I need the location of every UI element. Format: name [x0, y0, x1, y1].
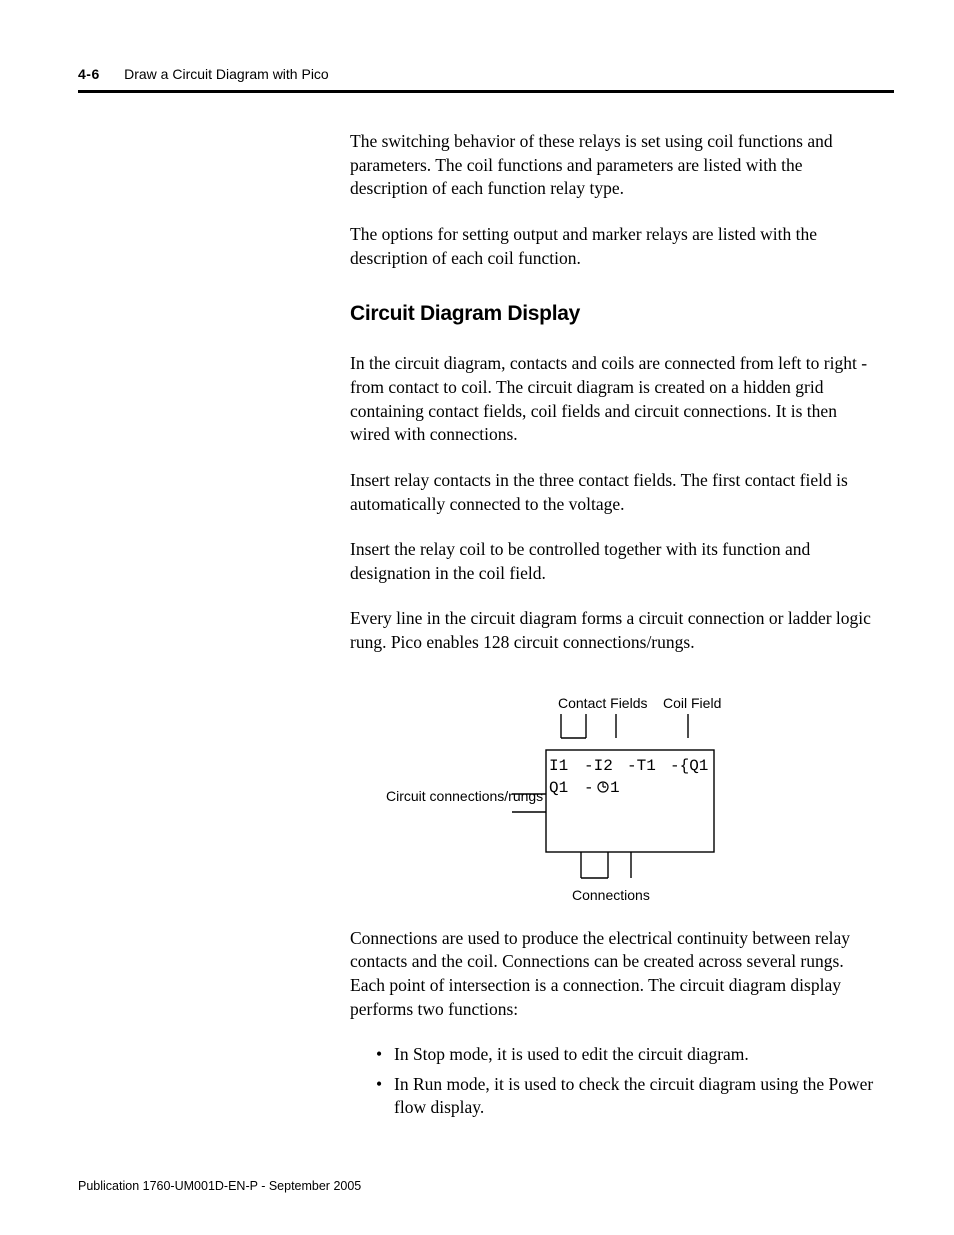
page-number: 4-6: [78, 66, 100, 82]
paragraph: Connections are used to produce the elec…: [350, 927, 880, 1022]
list-item: In Run mode, it is used to check the cir…: [350, 1073, 880, 1120]
page: 4-6 Draw a Circuit Diagram with Pico The…: [0, 0, 954, 1235]
paragraph: Insert the relay coil to be controlled t…: [350, 538, 880, 585]
bullet-list: In Stop mode, it is used to edit the cir…: [350, 1043, 880, 1120]
page-header: 4-6 Draw a Circuit Diagram with Pico: [78, 62, 894, 93]
paragraph: The options for setting output and marke…: [350, 223, 880, 270]
paragraph: Every line in the circuit diagram forms …: [350, 607, 880, 654]
body-column: The switching behavior of these relays i…: [350, 130, 880, 1142]
circuit-diagram: Contact Fields Coil Field Circuit connec…: [386, 694, 756, 916]
footer-publication: Publication 1760-UM001D-EN-P - September…: [78, 1178, 361, 1195]
paragraph: Insert relay contacts in the three conta…: [350, 469, 880, 516]
section-heading: Circuit Diagram Display: [350, 300, 880, 328]
paragraph: The switching behavior of these relays i…: [350, 130, 880, 201]
paragraph: In the circuit diagram, contacts and coi…: [350, 352, 880, 447]
list-item: In Stop mode, it is used to edit the cir…: [350, 1043, 880, 1067]
diagram-lines: [386, 694, 756, 916]
chapter-title: Draw a Circuit Diagram with Pico: [124, 66, 329, 82]
